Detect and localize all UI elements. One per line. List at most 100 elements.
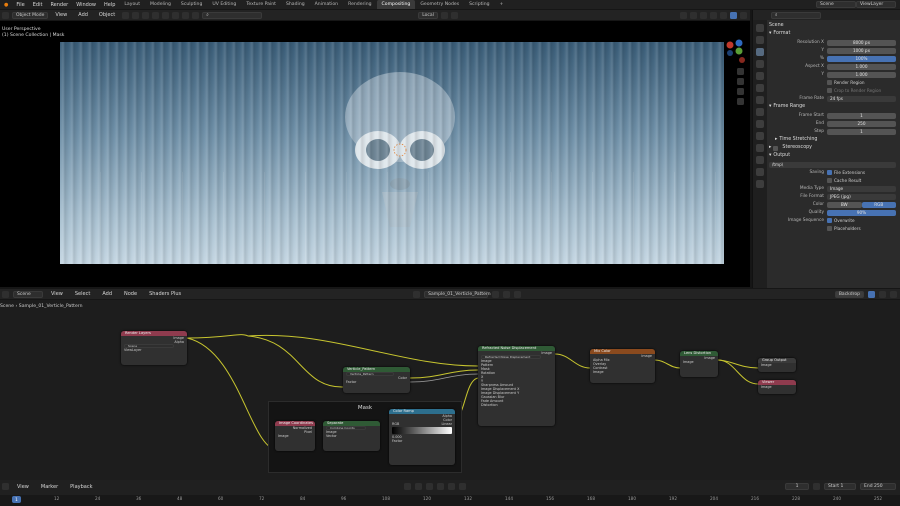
- color-ramp-node[interactable]: Color Ramp Alpha Color RGB Linear 0.000 F…: [389, 409, 455, 465]
- playhead[interactable]: 1: [12, 496, 21, 503]
- color-bw-button[interactable]: BW: [827, 201, 862, 208]
- backdrop-toggle[interactable]: Backdrop: [834, 290, 864, 298]
- resolution-x-field[interactable]: 8000 px: [827, 39, 896, 46]
- cache-result-checkbox[interactable]: [827, 178, 832, 183]
- material-tab-icon[interactable]: [756, 168, 764, 176]
- select-box-icon[interactable]: [122, 11, 130, 19]
- play-icon[interactable]: [437, 483, 445, 490]
- output-tab-icon[interactable]: [756, 48, 764, 56]
- xray-icon[interactable]: [710, 11, 717, 19]
- menu-file[interactable]: File: [12, 2, 28, 8]
- editor-type-icon[interactable]: [2, 11, 9, 19]
- frame-start-field[interactable]: Start 1: [824, 483, 856, 490]
- image-coordinates-node[interactable]: Image Coordinates Normalized Pixel Image: [275, 421, 315, 451]
- tool-tab-icon[interactable]: [756, 24, 764, 32]
- frame-rate-select[interactable]: 24 fps: [827, 95, 896, 102]
- file-extensions-checkbox[interactable]: [827, 170, 832, 175]
- gizmo-icon[interactable]: [690, 11, 697, 19]
- viewport-menu-add[interactable]: Add: [74, 12, 92, 18]
- aspect-x-field[interactable]: 1.000: [827, 63, 896, 70]
- verticle-pattern-select[interactable]: Verticle_Pattern: [346, 372, 394, 376]
- modifier-tab-icon[interactable]: [756, 120, 764, 128]
- node-menu-add[interactable]: Add: [98, 291, 116, 297]
- orientation-selector[interactable]: Local: [418, 11, 438, 19]
- cursor-icon[interactable]: [132, 11, 140, 19]
- stereoscopy-checkbox[interactable]: [773, 145, 779, 151]
- scale-icon[interactable]: [162, 11, 170, 19]
- blender-logo-icon[interactable]: ●: [0, 2, 12, 8]
- frame-step-field[interactable]: 1: [827, 128, 896, 135]
- play-reverse-icon[interactable]: [426, 483, 434, 490]
- scene-selector[interactable]: Scene: [816, 1, 856, 8]
- viewer-node[interactable]: Viewer Image: [758, 380, 796, 394]
- viewport-menu-object[interactable]: Object: [95, 12, 119, 18]
- tab-geometry-nodes[interactable]: Geometry Nodes: [415, 0, 464, 9]
- timeline-menu-view[interactable]: View: [13, 484, 33, 490]
- output-section-header[interactable]: ▾ Output: [769, 152, 899, 160]
- frame-end-field[interactable]: End 250: [860, 483, 896, 490]
- fake-user-icon[interactable]: [492, 290, 500, 298]
- timeline-menu-playback[interactable]: Playback: [66, 484, 96, 490]
- gizmo-icon[interactable]: [890, 290, 897, 298]
- node-tree-icon[interactable]: [413, 290, 421, 298]
- overlay-icon[interactable]: [868, 290, 875, 298]
- tab-modeling[interactable]: Modeling: [145, 0, 176, 9]
- add-workspace-icon[interactable]: +: [495, 0, 509, 9]
- collection-tab-icon[interactable]: [756, 96, 764, 104]
- placeholders-checkbox[interactable]: [827, 226, 832, 231]
- menu-edit[interactable]: Edit: [29, 2, 47, 8]
- frame-start-field[interactable]: 1: [827, 112, 896, 119]
- tab-animation[interactable]: Animation: [310, 0, 343, 9]
- node-tree-selector[interactable]: Sample_01_Verticle_Pattern: [424, 290, 491, 298]
- ramp-rgb-label[interactable]: RGB: [392, 422, 399, 426]
- view-layer-tab-icon[interactable]: [756, 60, 764, 68]
- next-keyframe-icon[interactable]: [448, 483, 456, 490]
- navigation-gizmo[interactable]: [722, 38, 748, 118]
- compositor-type-select[interactable]: Scene: [13, 290, 43, 298]
- mix-color-node[interactable]: Mix Color Image Alpha Mix Overlay Contra…: [590, 349, 655, 383]
- viewport-menu-view[interactable]: View: [51, 12, 71, 18]
- time-stretching-section[interactable]: ▸ Time Stretching: [769, 136, 899, 144]
- copy-datablock-icon[interactable]: [503, 290, 511, 298]
- resolution-pct-field[interactable]: 100%: [827, 55, 896, 62]
- editor-type-icon[interactable]: [2, 483, 9, 490]
- render-region-checkbox[interactable]: [827, 80, 832, 85]
- stereoscopy-section[interactable]: ▸ Stereoscopy: [769, 144, 899, 152]
- lens-distortion-node[interactable]: Lens Distortion Image Image: [680, 351, 718, 377]
- visibility-icon[interactable]: [680, 11, 687, 19]
- view-layer-selector[interactable]: ViewLayer: [856, 1, 896, 8]
- color-rgb-button[interactable]: RGB: [861, 201, 896, 208]
- timeline-menu-marker[interactable]: Marker: [37, 484, 62, 490]
- constraint-tab-icon[interactable]: [756, 144, 764, 152]
- properties-search[interactable]: ⌕: [771, 11, 821, 19]
- transform-icon[interactable]: [172, 11, 180, 19]
- jump-start-icon[interactable]: [404, 483, 412, 490]
- overlay-icon[interactable]: [700, 11, 707, 19]
- tab-rendering[interactable]: Rendering: [343, 0, 376, 9]
- tab-sculpting[interactable]: Sculpting: [176, 0, 207, 9]
- node-menu-select[interactable]: Select: [71, 291, 94, 297]
- node-menu-shaders-plus[interactable]: Shaders Plus: [145, 291, 185, 297]
- annotate-icon[interactable]: [182, 11, 190, 19]
- verticle-pattern-node[interactable]: Verticle_Pattern Verticle_Pattern Color …: [343, 367, 410, 393]
- search-field[interactable]: ⌕: [202, 11, 263, 19]
- physics-tab-icon[interactable]: [756, 132, 764, 140]
- stopwatch-icon[interactable]: [813, 483, 820, 490]
- file-format-select[interactable]: JPEG (jpg): [827, 193, 896, 200]
- tab-shading[interactable]: Shading: [281, 0, 310, 9]
- texture-tab-icon[interactable]: [756, 180, 764, 188]
- separate-node[interactable]: Separate Combine Coords Image Vector: [323, 421, 380, 451]
- resolution-y-field[interactable]: 1000 px: [827, 47, 896, 54]
- tab-scripting[interactable]: Scripting: [464, 0, 494, 9]
- editor-type-icon[interactable]: [2, 290, 9, 298]
- node-menu-view[interactable]: View: [47, 291, 67, 297]
- overwrite-checkbox[interactable]: [827, 218, 832, 223]
- shading-rendered-icon[interactable]: [740, 11, 747, 19]
- menu-window[interactable]: Window: [72, 2, 100, 8]
- tab-compositing[interactable]: Compositing: [376, 0, 416, 9]
- group-output-node[interactable]: Group Output Image: [758, 358, 796, 372]
- render-tab-icon[interactable]: [756, 36, 764, 44]
- tab-uv-editing[interactable]: UV Editing: [207, 0, 241, 9]
- snap-icon[interactable]: [440, 11, 448, 19]
- mode-selector[interactable]: Object Mode: [12, 11, 49, 19]
